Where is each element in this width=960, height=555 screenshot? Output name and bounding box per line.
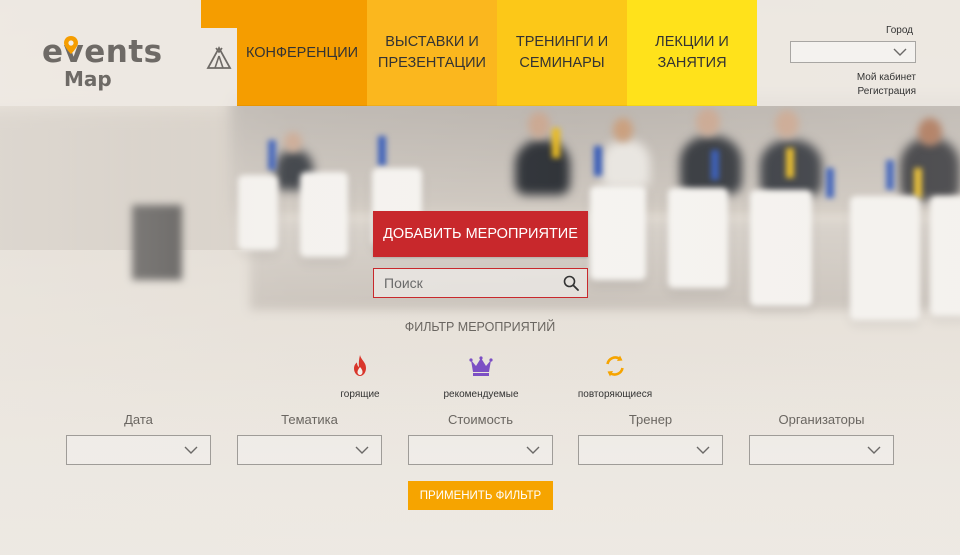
city-select[interactable] — [790, 41, 916, 63]
quick-filter-hot[interactable]: горящие — [300, 354, 420, 402]
filter-label-organizers: Организаторы — [778, 412, 865, 427]
nav-item-label: ТРЕНИНГИ И СЕМИНАРЫ — [515, 34, 609, 71]
map-pin-icon — [64, 36, 78, 54]
crown-icon — [469, 356, 493, 376]
chevron-down-icon — [355, 446, 369, 454]
filter-label-trainer: Тренер — [628, 412, 673, 427]
nav-item-label: ВЫСТАВКИ И ПРЕЗЕНТАЦИИ — [378, 34, 486, 71]
quick-filter-label: горящие — [340, 389, 380, 400]
register-link[interactable]: Регистрация — [858, 86, 916, 97]
nav-item-lectures[interactable]: ЛЕКЦИИ И ЗАНЯТИЯ — [627, 0, 757, 106]
repeat-icon — [606, 355, 624, 377]
add-event-button[interactable]: ДОБАВИТЬ МЕРОПРИЯТИЕ — [373, 211, 588, 257]
nav-item-exhibitions[interactable]: ВЫСТАВКИ И ПРЕЗЕНТАЦИИ — [367, 0, 497, 106]
quick-filter-label: рекомендуемые — [443, 389, 519, 400]
filter-select-topic[interactable] — [237, 435, 382, 465]
nav-item-conferences[interactable]: КОНФЕРЕНЦИИ — [237, 0, 367, 106]
city-label: Город — [885, 25, 913, 36]
filter-select-trainer[interactable] — [578, 435, 723, 465]
search-box — [373, 268, 588, 298]
filter-select-cost[interactable] — [408, 435, 553, 465]
quick-filter-label: повторяющиеся — [577, 389, 653, 400]
logo[interactable]: events Map — [40, 34, 180, 96]
tent-icon[interactable] — [206, 46, 232, 70]
my-account-link[interactable]: Мой кабинет — [857, 72, 916, 83]
chevron-down-icon — [696, 446, 710, 454]
filter-label-cost: Стоимость — [447, 412, 514, 427]
filter-select-date[interactable] — [66, 435, 211, 465]
chevron-down-icon — [893, 48, 907, 56]
filter-title: ФИЛЬТР МЕРОПРИЯТИЙ — [404, 320, 556, 334]
filter-label-date: Дата — [124, 412, 153, 427]
filter-select-organizers[interactable] — [749, 435, 894, 465]
logo-word-map: Map — [64, 67, 112, 91]
logo-word-events: events — [42, 34, 163, 70]
apply-filter-button[interactable]: ПРИМЕНИТЬ ФИЛЬТР — [408, 481, 553, 510]
quick-filter-recommended[interactable]: рекомендуемые — [421, 354, 541, 402]
nav-item-label: КОНФЕРЕНЦИИ — [245, 44, 359, 61]
search-icon[interactable] — [563, 275, 579, 291]
nav-item-label: ЛЕКЦИИ И ЗАНЯТИЯ — [655, 34, 729, 71]
accent-strip — [201, 0, 237, 28]
filter-label-topic: Тематика — [281, 412, 338, 427]
quick-filter-recurring[interactable]: повторяющиеся — [555, 354, 675, 402]
chevron-down-icon — [526, 446, 540, 454]
nav-item-trainings[interactable]: ТРЕНИНГИ И СЕМИНАРЫ — [497, 0, 627, 106]
search-input[interactable] — [375, 270, 555, 296]
main-nav: КОНФЕРЕНЦИИ ВЫСТАВКИ И ПРЕЗЕНТАЦИИ ТРЕНИ… — [237, 0, 757, 106]
bg-fade-bottom — [0, 380, 960, 555]
site-header: events Map КОНФЕРЕНЦИИ ВЫСТАВКИ И ПРЕЗЕН… — [0, 0, 960, 106]
flame-icon — [354, 355, 366, 376]
chevron-down-icon — [867, 446, 881, 454]
chevron-down-icon — [184, 446, 198, 454]
